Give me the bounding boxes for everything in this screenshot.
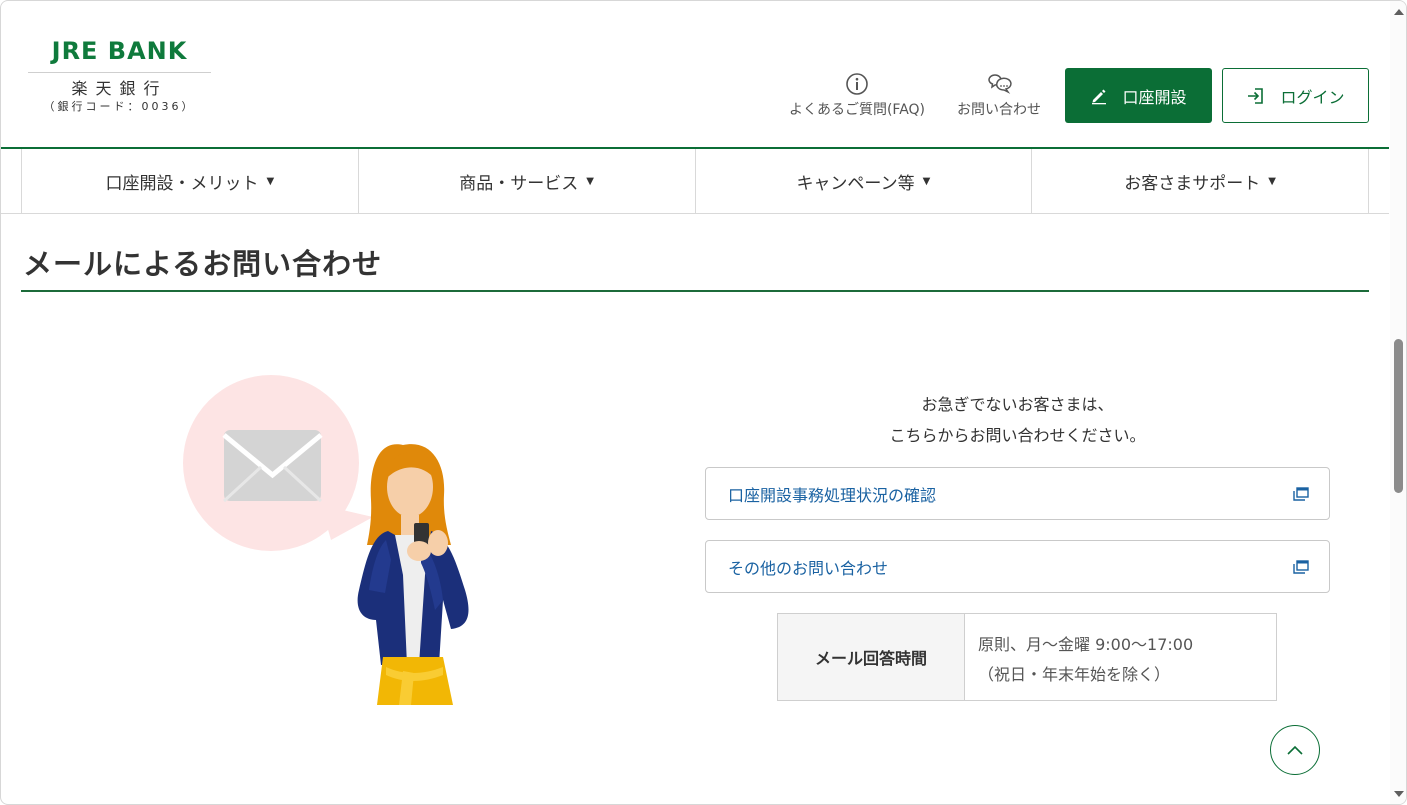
other-inquiry-link[interactable]: その他のお問い合わせ (705, 540, 1330, 593)
nav-item-campaigns[interactable]: キャンペーン等 ▼ (694, 149, 1032, 213)
mail-hours-line-2: （祝日・年末年始を除く） (978, 665, 1171, 684)
nav-item-support[interactable]: お客さまサポート ▼ (1031, 149, 1369, 213)
scroll-up-arrow-icon[interactable] (1394, 9, 1404, 15)
pencil-icon (1092, 89, 1107, 104)
nav-item-label: キャンペーン等 (796, 173, 915, 194)
caret-down-icon: ▼ (586, 175, 594, 187)
open-account-button[interactable]: 口座開設 (1065, 68, 1212, 123)
nav-item-products-services[interactable]: 商品・サービス ▼ (357, 149, 695, 213)
intro-line-2: こちらからお問い合わせください。 (889, 426, 1146, 445)
woman-with-phone-illustration (183, 375, 469, 705)
caret-down-icon: ▼ (922, 175, 931, 187)
external-window-icon (1293, 486, 1309, 501)
caret-down-icon: ▼ (1268, 175, 1276, 187)
bank-code: （銀行コード：0036） (43, 100, 196, 113)
nav-item-label: 口座開設・メリット (105, 173, 259, 194)
global-nav: 口座開設・メリット ▼ 商品・サービス ▼ キャンペーン等 ▼ お客さまサポート… (21, 149, 1369, 213)
page-title: メールによるお問い合わせ (23, 247, 383, 281)
mail-hours-table: メール回答時間 原則、月～金曜 9:00～17:00 （祝日・年末年始を除く） (777, 613, 1277, 701)
other-inquiry-label: その他のお問い合わせ (728, 558, 889, 578)
contact-intro: お急ぎでないお客さまは、 こちらからお問い合わせください。 (705, 389, 1330, 451)
open-account-label: 口座開設 (1122, 87, 1187, 107)
logo-japanese: 楽天銀行 (71, 79, 168, 98)
chevron-up-icon (1287, 745, 1303, 755)
account-status-label: 口座開設事務処理状況の確認 (728, 485, 937, 505)
logo-divider (28, 72, 211, 73)
scrollbar-thumb[interactable] (1394, 339, 1403, 493)
title-underline (21, 290, 1369, 292)
logo-english: JRE BANK (51, 37, 188, 65)
faq-label: よくあるご質問(FAQ) (788, 102, 926, 118)
nav-item-label: 商品・サービス (459, 173, 579, 194)
mail-bubble-icon (183, 375, 373, 551)
nav-item-account-merit[interactable]: 口座開設・メリット ▼ (21, 149, 358, 213)
external-window-icon (1293, 559, 1309, 574)
contact-link[interactable]: お問い合わせ (951, 71, 1047, 119)
nav-item-label: お客さまサポート (1124, 173, 1261, 194)
account-status-link[interactable]: 口座開設事務処理状況の確認 (705, 467, 1330, 520)
caret-down-icon: ▼ (266, 175, 275, 187)
mail-hours-header: メール回答時間 (778, 614, 965, 700)
chat-bubbles-icon (988, 74, 1012, 94)
info-circle-icon (846, 73, 868, 95)
mail-hours-line-1: 原則、月～金曜 9:00～17:00 (978, 635, 1194, 654)
nav-divider (1, 213, 1389, 214)
bank-logo[interactable]: JRE BANK 楽天銀行 （銀行コード：0036） (28, 37, 211, 115)
contact-label: お問い合わせ (957, 102, 1041, 118)
scroll-down-arrow-icon[interactable] (1394, 791, 1404, 797)
faq-link[interactable]: よくあるご質問(FAQ) (783, 71, 931, 119)
login-arrow-icon (1248, 87, 1264, 104)
mail-hours-value: 原則、月～金曜 9:00～17:00 （祝日・年末年始を除く） (965, 614, 1276, 700)
browser-viewport: JRE BANK 楽天銀行 （銀行コード：0036） よくあるご質問(FAQ) … (0, 0, 1407, 805)
intro-line-1: お急ぎでないお客さまは、 (921, 395, 1114, 414)
login-label: ログイン (1280, 87, 1345, 107)
back-to-top-button[interactable] (1270, 725, 1320, 775)
login-button[interactable]: ログイン (1222, 68, 1369, 123)
woman-figure (357, 444, 469, 705)
